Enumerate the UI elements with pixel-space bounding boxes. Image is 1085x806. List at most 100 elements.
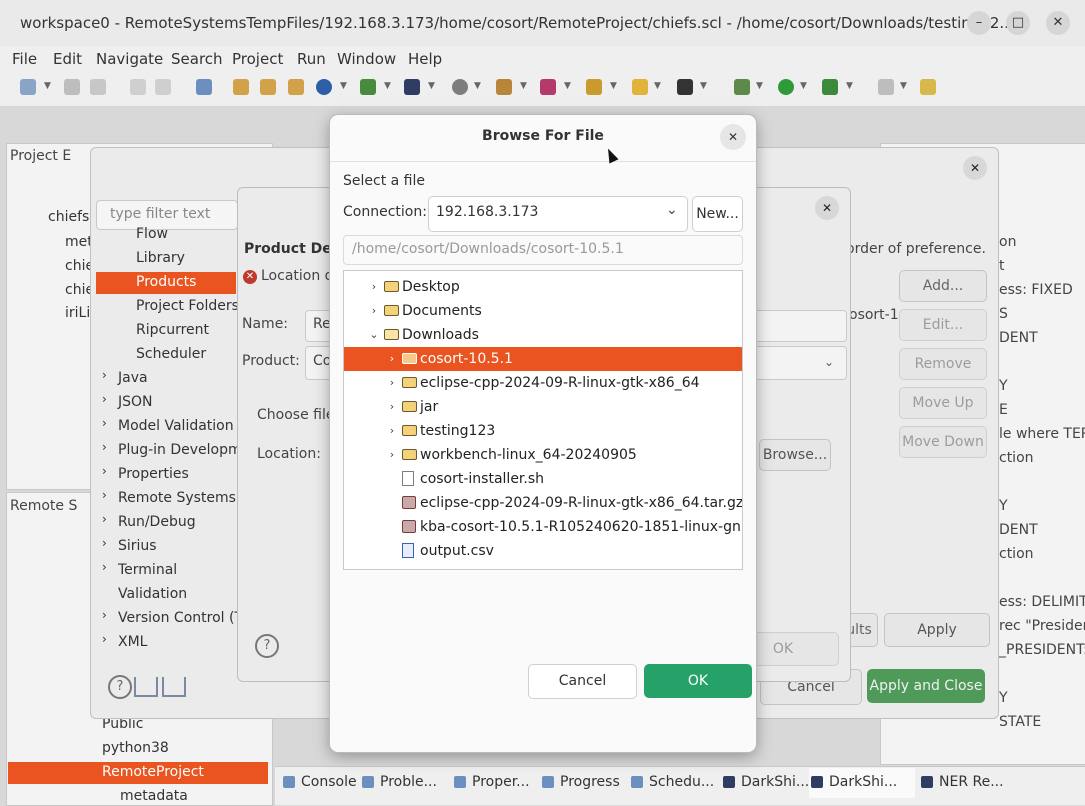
project-item-metadata[interactable]: met — [65, 234, 93, 250]
chevron-down-icon[interactable]: ▼ — [44, 81, 51, 91]
move-up-button[interactable]: Move Up — [899, 387, 987, 419]
run-tool-icon[interactable] — [360, 79, 376, 95]
file-tree-row[interactable]: ⌄ Downloads — [344, 323, 742, 347]
open-folder-icon[interactable] — [233, 79, 249, 95]
outline-line[interactable]: Y — [999, 378, 1008, 394]
chevron-down-icon[interactable]: ⌄ — [368, 323, 380, 347]
outline-line[interactable]: le where TER — [999, 426, 1085, 442]
remove-button[interactable]: Remove — [899, 348, 987, 380]
outline-line[interactable]: on — [999, 234, 1016, 250]
chevron-right-icon[interactable]: › — [386, 419, 398, 443]
file-tree-row[interactable]: › cosort-10.5.1 — [344, 347, 742, 371]
chevron-down-icon[interactable]: ▼ — [756, 81, 763, 91]
outline-line[interactable]: rec "Presider — [999, 618, 1085, 634]
chevron-right-icon[interactable]: › — [368, 275, 380, 299]
chevron-down-icon[interactable]: ▼ — [474, 81, 481, 91]
menu-file[interactable]: File — [12, 50, 37, 68]
import-icon[interactable] — [288, 79, 304, 95]
outline-line[interactable]: ess: DELIMITE — [999, 594, 1085, 610]
chevron-down-icon[interactable]: ▼ — [800, 81, 807, 91]
export-prefs-icon[interactable] — [162, 677, 186, 697]
run-icon[interactable] — [778, 79, 794, 95]
chevron-right-icon[interactable]: › — [102, 536, 107, 550]
file-tree-row[interactable]: output.csv — [344, 539, 742, 563]
marker-icon[interactable] — [920, 79, 936, 95]
open-project-icon[interactable] — [260, 79, 276, 95]
deploy-icon[interactable] — [540, 79, 556, 95]
outline-line[interactable]: _PRESIDENT: — [999, 642, 1085, 658]
outline-line[interactable]: ction — [999, 450, 1034, 466]
outline-line[interactable]: STATE — [999, 714, 1041, 730]
menu-project[interactable]: Project — [232, 50, 283, 68]
new-connection-button[interactable]: New... — [692, 196, 743, 232]
chevron-down-icon[interactable]: ▼ — [564, 81, 571, 91]
outline-line[interactable]: S — [999, 306, 1008, 322]
move-down-button[interactable]: Move Down — [899, 426, 987, 458]
remote-item-metadata[interactable]: metadata — [120, 788, 188, 804]
import-prefs-icon[interactable] — [134, 677, 158, 697]
chevron-right-icon[interactable]: › — [102, 464, 107, 478]
preferences-close-button[interactable]: ✕ — [963, 156, 987, 180]
bottom-tab[interactable]: Console — [281, 768, 357, 798]
help-icon[interactable]: ? — [108, 675, 132, 699]
file-tree-row[interactable]: › Desktop — [344, 275, 742, 299]
project-explorer-tab[interactable]: Project E — [10, 148, 71, 164]
help-icon[interactable]: ? — [255, 634, 279, 658]
outline-line[interactable]: DENT — [999, 330, 1038, 346]
chevron-down-icon[interactable]: ▼ — [428, 81, 435, 91]
menu-window[interactable]: Window — [337, 50, 396, 68]
chevron-right-icon[interactable]: › — [102, 392, 107, 406]
chevron-right-icon[interactable]: › — [386, 443, 398, 467]
terminal-icon[interactable] — [196, 79, 212, 95]
bottom-tab[interactable]: DarkShi... — [721, 768, 809, 798]
remote-item-remoteproject[interactable]: RemoteProject — [102, 764, 204, 780]
outline-line[interactable]: t — [999, 258, 1005, 274]
remote-systems-tab[interactable]: Remote S — [10, 498, 77, 514]
chevron-right-icon[interactable]: › — [102, 560, 107, 574]
chevron-down-icon[interactable]: ▼ — [846, 81, 853, 91]
chevron-down-icon[interactable]: ▼ — [610, 81, 617, 91]
connect-icon[interactable] — [316, 79, 332, 95]
chevron-right-icon[interactable]: › — [368, 299, 380, 323]
remote-item-python38[interactable]: python38 — [102, 740, 169, 756]
chevron-down-icon[interactable]: ▼ — [900, 81, 907, 91]
menu-help[interactable]: Help — [408, 50, 442, 68]
file-tree-row[interactable]: › Documents — [344, 299, 742, 323]
chevron-right-icon[interactable]: › — [386, 347, 398, 371]
menu-edit[interactable]: Edit — [53, 50, 82, 68]
chevron-right-icon[interactable]: › — [102, 440, 107, 454]
product-list-item[interactable]: osort-1 — [849, 307, 899, 323]
chevron-right-icon[interactable]: › — [102, 512, 107, 526]
menu-run[interactable]: Run — [297, 50, 326, 68]
save-icon[interactable] — [64, 79, 80, 95]
file-tree-row[interactable]: cosort-installer.sh — [344, 467, 742, 491]
bottom-tab[interactable]: NER Re... — [919, 768, 1006, 798]
pref-tree-item[interactable]: Products — [96, 272, 236, 294]
chevron-down-icon[interactable]: ▼ — [654, 81, 661, 91]
outline-line[interactable]: ess: FIXED — [999, 282, 1073, 298]
undo-icon[interactable] — [130, 79, 146, 95]
chevron-right-icon[interactable]: › — [386, 395, 398, 419]
chevron-right-icon[interactable]: › — [102, 632, 107, 646]
bottom-tab[interactable]: Proble... — [360, 768, 448, 798]
cancel-button[interactable]: Cancel — [528, 664, 637, 699]
browse-button[interactable]: Browse... — [759, 439, 831, 471]
chevron-down-icon[interactable]: ▼ — [700, 81, 707, 91]
chevron-right-icon[interactable]: › — [102, 608, 107, 622]
close-window-button[interactable]: ✕ — [1046, 11, 1070, 35]
file-tree-row[interactable]: › eclipse-cpp-2024-09-R-linux-gtk-x86_64 — [344, 371, 742, 395]
save-all-icon[interactable] — [90, 79, 106, 95]
chevron-right-icon[interactable]: › — [102, 416, 107, 430]
menu-navigate[interactable]: Navigate — [96, 50, 163, 68]
redo-icon[interactable] — [155, 79, 171, 95]
outline-line[interactable]: Y — [999, 690, 1008, 706]
outline-line[interactable]: ction — [999, 546, 1034, 562]
dark-shield-icon[interactable] — [677, 79, 693, 95]
new-icon[interactable] — [20, 79, 36, 95]
bottom-tab[interactable]: DarkShi... — [809, 768, 915, 798]
apply-button[interactable]: Apply — [884, 613, 990, 647]
build-icon[interactable] — [496, 79, 512, 95]
edit-button[interactable]: Edit... — [899, 309, 987, 341]
shield-icon[interactable] — [632, 79, 648, 95]
next-annotation-icon[interactable] — [878, 79, 894, 95]
